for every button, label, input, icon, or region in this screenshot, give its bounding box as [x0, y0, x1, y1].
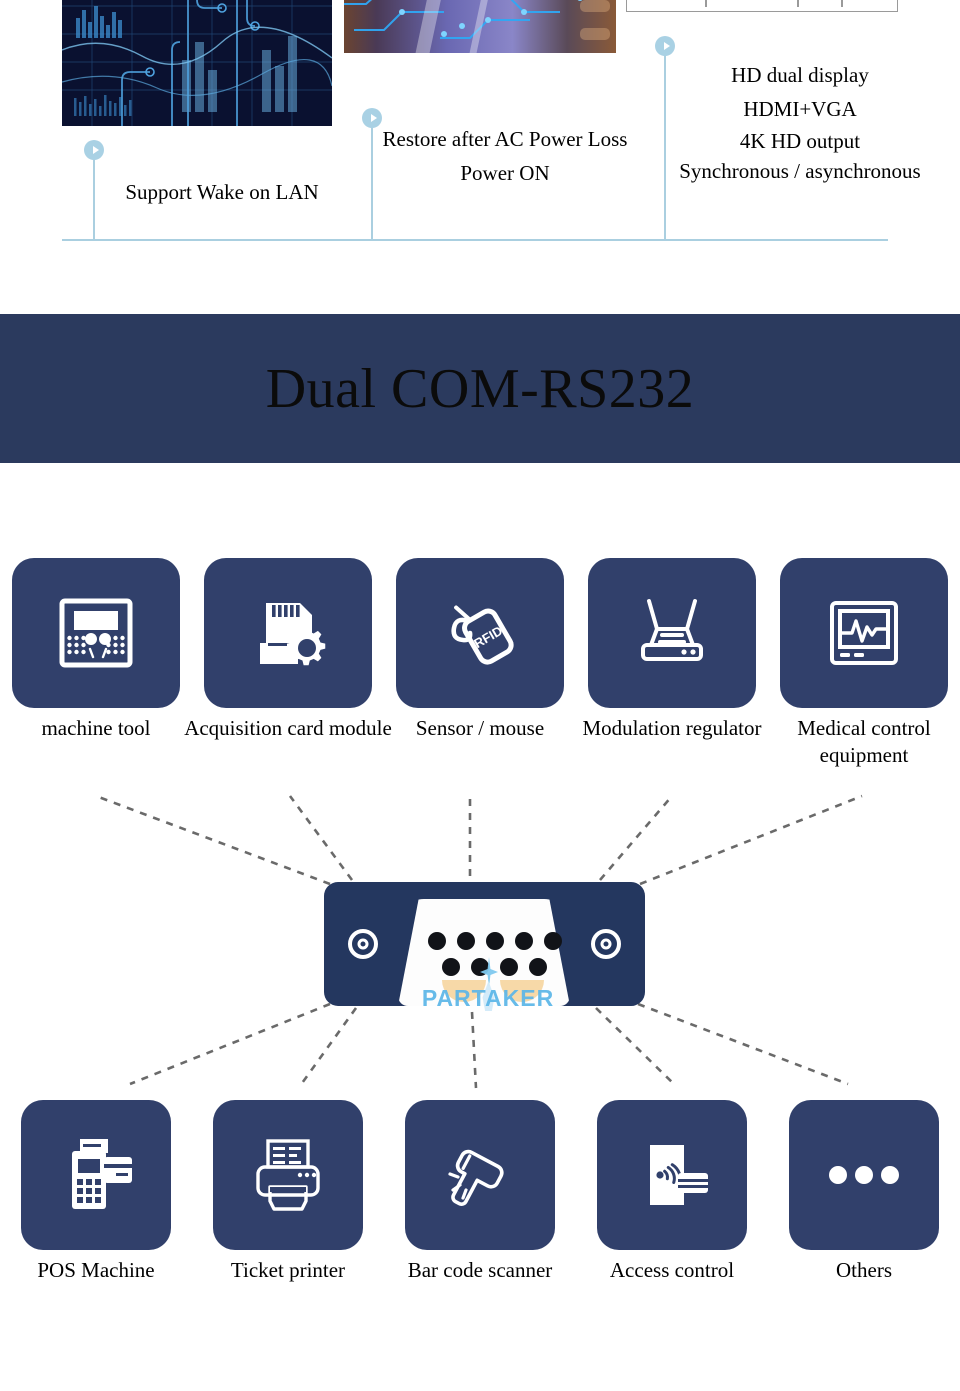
timeline-marker-hd-display — [655, 36, 675, 56]
application-label: Medical control equipment — [797, 716, 931, 767]
page-title: Dual COM-RS232 — [265, 357, 695, 420]
bar-code-scanner-icon — [405, 1100, 555, 1250]
feature-label-restore-power: Restore after AC Power Loss Power ON — [360, 122, 650, 190]
medical-monitor-icon — [780, 558, 948, 708]
application-item-others[interactable]: Others — [768, 1100, 960, 1284]
feature-line: Synchronous / asynchronous — [679, 159, 921, 183]
connector-pin — [442, 958, 460, 976]
connector-screw-left — [348, 929, 378, 959]
application-item-ticket-printer[interactable]: Ticket printer — [192, 1100, 384, 1284]
application-item-access-control[interactable]: Access control — [576, 1100, 768, 1284]
application-item-medical-control-equipment[interactable]: Medical control equipment — [768, 558, 960, 769]
feature-line: HDMI+VGA — [743, 97, 857, 121]
application-label: Bar code scanner — [407, 1258, 553, 1282]
connector-pin — [486, 932, 504, 950]
application-item-bar-code-scanner[interactable]: Bar code scanner — [384, 1100, 576, 1284]
feature-line: HD dual display — [731, 63, 869, 87]
access-control-card-reader-icon — [597, 1100, 747, 1250]
top-feature-section: Support Wake on LAN Restore after AC Pow… — [0, 0, 960, 300]
pos-machine-icon — [21, 1100, 171, 1250]
connector-pin — [471, 958, 489, 976]
acquisition-card-module-icon — [204, 558, 372, 708]
application-row-top: machine tool Acquisition card module RFI… — [0, 558, 960, 769]
application-label: Modulation regulator — [582, 716, 762, 740]
machine-tool-icon — [12, 558, 180, 708]
section-banner: Dual COM-RS232 — [0, 314, 960, 463]
application-item-pos-machine[interactable]: POS Machine — [0, 1100, 192, 1284]
application-label: Sensor / mouse — [415, 716, 545, 740]
feature-line: 4K HD output — [739, 129, 861, 153]
application-item-machine-tool[interactable]: machine tool — [0, 558, 192, 769]
connector-pin — [529, 958, 547, 976]
svg-text:RFID: RFID — [471, 623, 505, 651]
rfid-sensor-mouse-icon: RFID — [396, 558, 564, 708]
timeline-baseline — [62, 239, 888, 241]
timeline-marker-wake-on-lan — [84, 140, 104, 160]
connector-pin — [457, 932, 475, 950]
application-item-acquisition-card-module[interactable]: Acquisition card module — [184, 558, 392, 769]
feature-line: Restore after AC Power Loss — [382, 127, 628, 151]
product-feature-page: Support Wake on LAN Restore after AC Pow… — [0, 0, 960, 1391]
others-ellipsis-icon — [789, 1100, 939, 1250]
feature-label-hd-display: HD dual display HDMI+VGA 4K HD output Sy… — [648, 58, 952, 186]
circuit-board-closeup-image — [344, 0, 616, 53]
connector-screw-right — [591, 929, 621, 959]
connector-pin — [515, 932, 533, 950]
modulation-regulator-router-icon — [588, 558, 756, 708]
application-label: Acquisition card module — [184, 716, 392, 740]
application-label: Others — [836, 1258, 892, 1282]
connector-pin — [428, 932, 446, 950]
feature-line: Power ON — [460, 161, 550, 185]
ticket-printer-icon — [213, 1100, 363, 1250]
application-row-bottom: POS Machine Ticket printer Bar code scan… — [0, 1100, 960, 1284]
db9-rs232-serial-port-graphic — [324, 882, 645, 1006]
connector-pin — [544, 932, 562, 950]
application-item-modulation-regulator[interactable]: Modulation regulator — [576, 558, 768, 769]
circuit-data-visualization-image — [62, 0, 332, 126]
feature-line: Support Wake on LAN — [125, 180, 319, 204]
mini-pc-rear-io-panel-image — [626, 0, 898, 12]
application-label: Ticket printer — [230, 1258, 346, 1282]
connector-pin — [500, 958, 518, 976]
application-label: machine tool — [41, 716, 151, 740]
feature-label-wake-on-lan: Support Wake on LAN — [92, 175, 352, 209]
connector-shell — [398, 899, 570, 1006]
application-label: Access control — [609, 1258, 735, 1282]
application-label: POS Machine — [37, 1258, 155, 1282]
application-item-sensor-mouse[interactable]: RFID Sensor / mouse — [384, 558, 576, 769]
